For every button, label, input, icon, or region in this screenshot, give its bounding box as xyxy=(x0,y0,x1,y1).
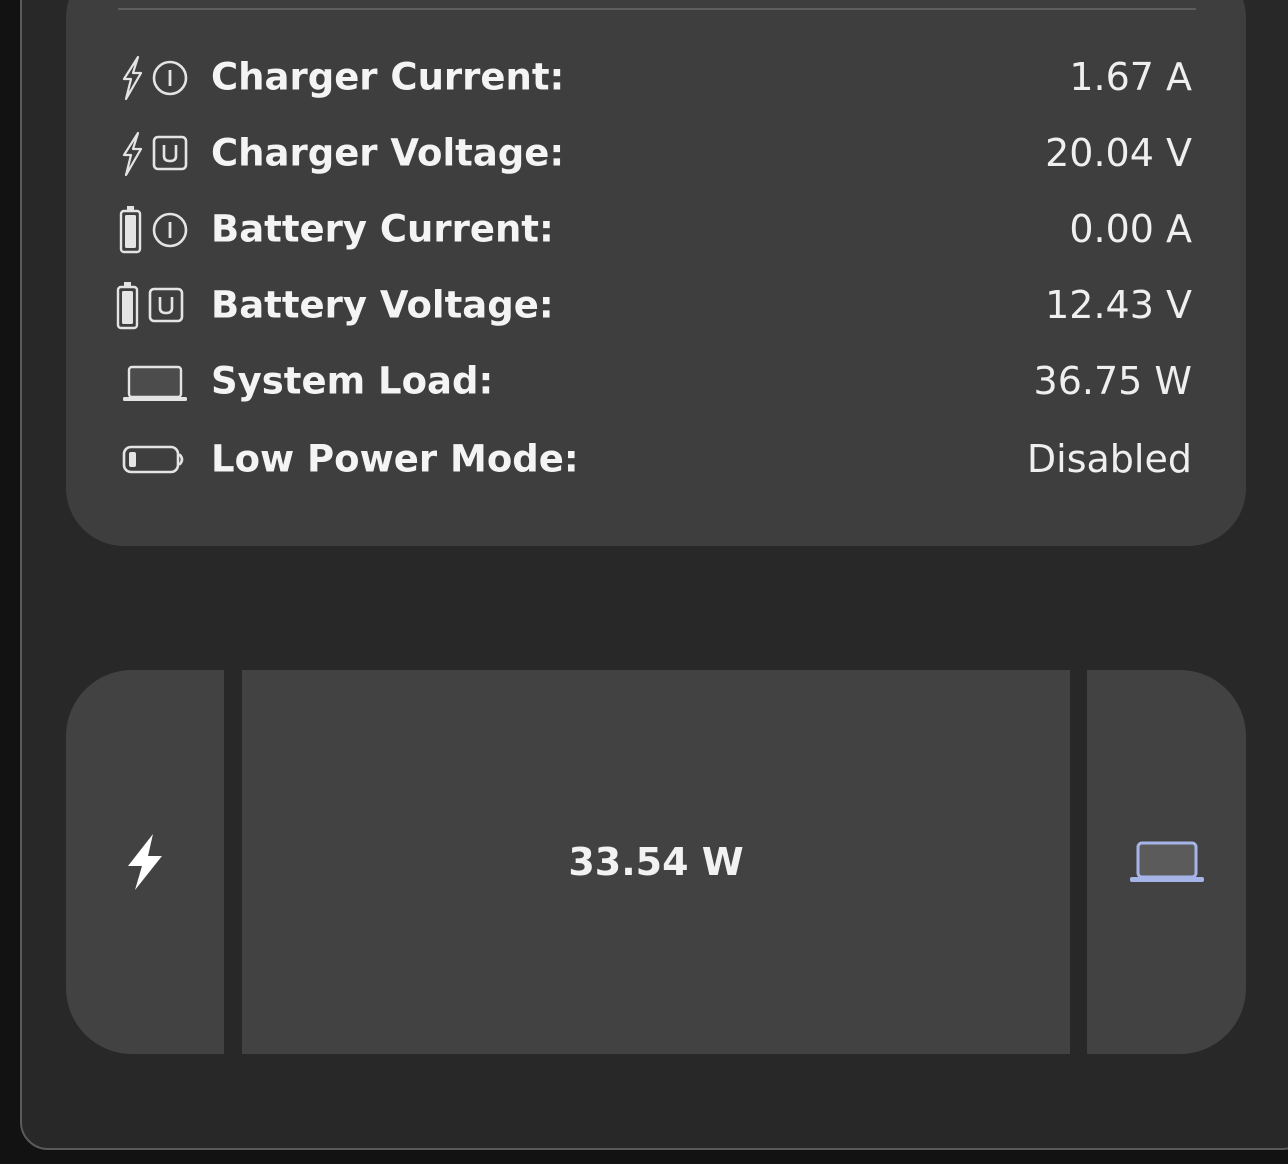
stat-label: Charger Voltage: xyxy=(211,131,565,175)
voltage-icon xyxy=(152,135,188,171)
stat-label: Battery Current: xyxy=(211,207,554,251)
current-icon xyxy=(152,212,188,248)
stat-value: 36.75 W xyxy=(1033,359,1192,403)
battery-voltage-icons xyxy=(116,277,196,333)
stat-value: 1.67 A xyxy=(1069,55,1192,99)
system-load-icons xyxy=(116,353,196,409)
stat-value: 12.43 V xyxy=(1045,283,1192,327)
stat-row-low-power-mode: Low Power Mode: Disabled xyxy=(116,431,1192,487)
power-sink-segment xyxy=(1087,670,1246,1054)
laptop-icon xyxy=(123,365,187,401)
low-power-mode-icons xyxy=(116,431,196,487)
stat-row-charger-voltage: Charger Voltage: 20.04 V xyxy=(116,125,1192,181)
stat-value: 0.00 A xyxy=(1069,207,1192,251)
stat-label: Battery Voltage: xyxy=(211,283,554,327)
power-source-segment xyxy=(66,670,224,1054)
power-flow-value: 33.54 W xyxy=(568,840,744,884)
stat-label: Charger Current: xyxy=(211,55,565,99)
lightning-icon xyxy=(122,131,143,177)
stat-value: 20.04 V xyxy=(1045,131,1192,175)
power-flow-segment: 33.54 W xyxy=(242,670,1070,1054)
lightning-bolt-icon xyxy=(128,834,162,890)
section-divider xyxy=(118,8,1196,10)
current-icon xyxy=(152,60,188,96)
stat-row-battery-current: Battery Current: 0.00 A xyxy=(116,201,1192,257)
low-battery-icon xyxy=(122,445,184,474)
battery-icon xyxy=(116,282,139,330)
stat-row-system-load: System Load: 36.75 W xyxy=(116,353,1192,409)
charger-voltage-icons xyxy=(116,125,196,181)
charger-current-icons xyxy=(116,49,196,105)
stat-row-battery-voltage: Battery Voltage: 12.43 V xyxy=(116,277,1192,333)
battery-icon xyxy=(119,206,142,254)
stat-label: System Load: xyxy=(211,359,494,403)
stat-label: Low Power Mode: xyxy=(211,437,579,481)
stat-value: Disabled xyxy=(1026,437,1192,481)
battery-current-icons xyxy=(116,201,196,257)
stat-row-charger-current: Charger Current: 1.67 A xyxy=(116,49,1192,105)
lightning-icon xyxy=(122,55,143,101)
laptop-icon xyxy=(1129,841,1204,882)
voltage-icon xyxy=(148,287,184,323)
power-flow-bar: 33.54 W xyxy=(66,670,1246,1054)
